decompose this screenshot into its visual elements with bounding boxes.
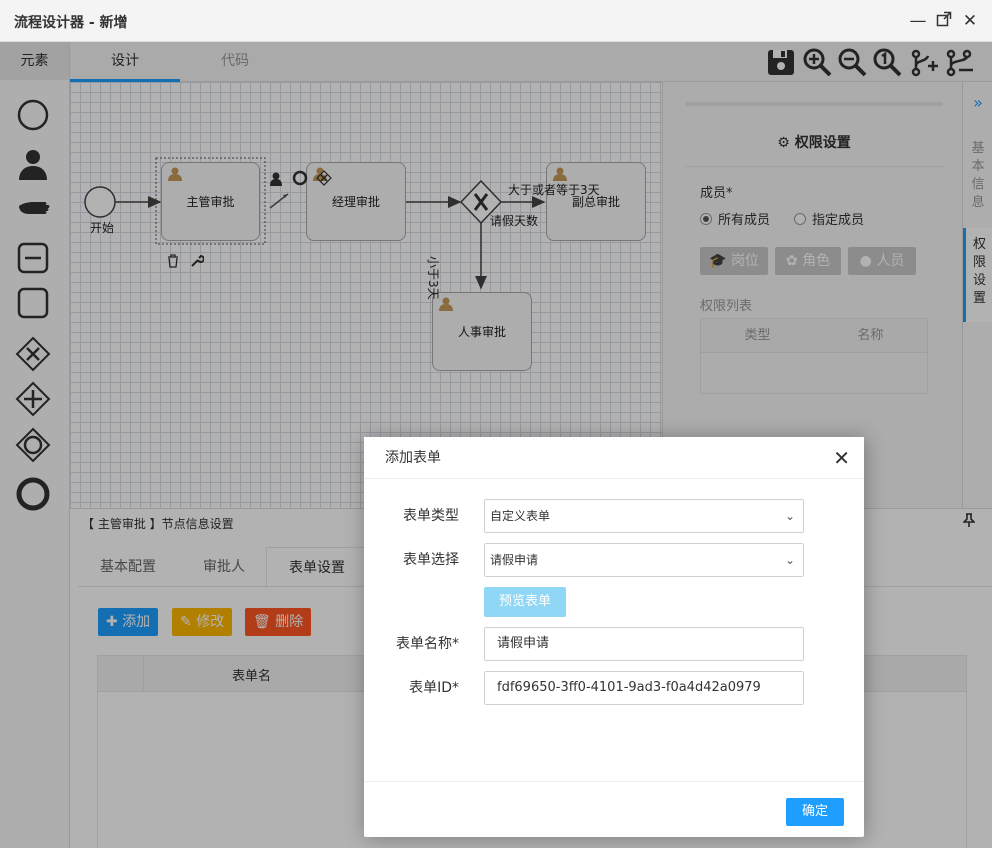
add-form-dialog: 添加表单 ✕ 表单类型 自定义表单 ⌄ 表单选择 请假申请 ⌄ 预览表单 表单名… — [364, 437, 864, 837]
form-id-value: fdf69650-3ff0-4101-9ad3-f0a4d42a0979 — [497, 680, 761, 695]
window-title: 流程设计器 - 新增 — [14, 15, 128, 31]
form-id-label: 表单ID* — [409, 680, 459, 696]
close-icon[interactable]: ✕ — [960, 11, 980, 31]
form-type-label: 表单类型 — [403, 508, 459, 524]
form-id-input[interactable]: fdf69650-3ff0-4101-9ad3-f0a4d42a0979 — [484, 671, 804, 705]
preview-form-button[interactable]: 预览表单 — [484, 587, 566, 617]
maximize-icon[interactable] — [934, 11, 954, 31]
close-icon[interactable]: ✕ — [833, 447, 850, 469]
dialog-title: 添加表单 — [364, 437, 864, 479]
form-type-value: 自定义表单 — [490, 509, 551, 523]
form-select-dropdown[interactable]: 请假申请 ⌄ — [484, 543, 804, 577]
confirm-button[interactable]: 确定 — [786, 798, 844, 826]
form-name-value: 请假申请 — [497, 636, 550, 651]
chevron-down-icon: ⌄ — [784, 509, 795, 523]
dialog-footer: 确定 — [364, 781, 864, 837]
form-select-label: 表单选择 — [403, 552, 459, 568]
window-titlebar: 流程设计器 - 新增 — ✕ — [0, 0, 992, 42]
form-select-value: 请假申请 — [490, 553, 539, 567]
chevron-down-icon: ⌄ — [784, 553, 795, 567]
form-name-input[interactable]: 请假申请 — [484, 627, 804, 661]
minimize-icon[interactable]: — — [908, 11, 928, 31]
form-type-select[interactable]: 自定义表单 ⌄ — [484, 499, 804, 533]
form-name-label: 表单名称* — [396, 636, 459, 652]
